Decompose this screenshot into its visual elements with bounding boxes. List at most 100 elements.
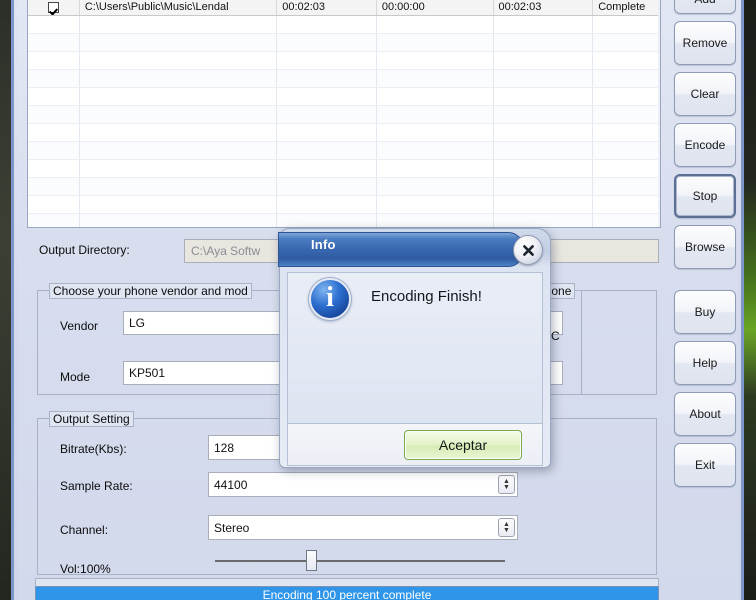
help-button[interactable]: Help [674, 341, 736, 385]
row-checkbox[interactable] [28, 0, 80, 15]
cell-empty [277, 214, 377, 227]
cell-empty [377, 70, 494, 87]
cell-empty [377, 88, 494, 105]
cell-empty [28, 178, 80, 195]
table-row-empty[interactable] [28, 88, 660, 106]
cell-empty [593, 106, 660, 123]
cell-empty [80, 124, 278, 141]
screen: C:\Users\Public\Music\Lendal 00:02:03 00:0… [0, 0, 756, 600]
cell-empty [494, 160, 594, 177]
volume-slider-track[interactable] [215, 560, 505, 562]
info-dialog: Info i Encoding Finish! Aceptar [278, 228, 551, 468]
cell-empty [277, 88, 377, 105]
table-row-empty[interactable] [28, 124, 660, 142]
cell-empty [494, 16, 594, 33]
cell-empty [494, 214, 594, 227]
cell-empty [277, 160, 377, 177]
desktop-backdrop-right [744, 0, 756, 600]
cell-empty [80, 160, 278, 177]
stop-button[interactable]: Stop [674, 174, 736, 218]
checkbox-icon[interactable] [47, 1, 59, 13]
cell-empty [377, 160, 494, 177]
cell-empty [80, 178, 278, 195]
table-row-empty[interactable] [28, 16, 660, 34]
app-window: C:\Users\Public\Music\Lendal 00:02:03 00:0… [11, 0, 744, 600]
cell-empty [28, 214, 80, 227]
sample-rate-select[interactable]: 44100 ▲ ▼ [208, 472, 518, 497]
cell-empty [80, 16, 278, 33]
cell-empty [28, 160, 80, 177]
button-label: Clear [690, 87, 720, 101]
table-row-empty[interactable] [28, 142, 660, 160]
vendor-group-title: Choose your phone vendor and mod [49, 283, 252, 299]
cell-empty [277, 178, 377, 195]
browse-button[interactable]: Browse [674, 225, 736, 269]
cell-empty [593, 52, 660, 69]
encode-button[interactable]: Encode [674, 123, 736, 167]
exit-button[interactable]: Exit [674, 443, 736, 487]
cell-empty [494, 124, 594, 141]
file-list-scrollbar[interactable] [658, 0, 660, 227]
table-row-empty[interactable] [28, 70, 660, 88]
table-row-empty[interactable] [28, 160, 660, 178]
cell-empty [28, 52, 80, 69]
cell-empty [593, 34, 660, 51]
cell-empty [28, 106, 80, 123]
cell-empty [377, 178, 494, 195]
button-label: Add [694, 0, 715, 6]
table-row-empty[interactable] [28, 34, 660, 52]
mode-label: Mode [60, 370, 91, 384]
channel-spinner-icon[interactable]: ▲ ▼ [498, 518, 515, 537]
channel-select[interactable]: Stereo ▲ ▼ [208, 515, 518, 540]
cell-empty [377, 124, 494, 141]
cell-empty [80, 106, 278, 123]
cell-empty [593, 124, 660, 141]
button-label: Encode [684, 138, 726, 152]
output-directory-label: Output Directory: [39, 243, 130, 257]
sample-rate-spinner-icon[interactable]: ▲ ▼ [498, 475, 515, 494]
cell-empty [593, 196, 660, 213]
cell-empty [494, 196, 594, 213]
button-label: Exit [694, 458, 715, 472]
app-window-client: C:\Users\Public\Music\Lendal 00:02:03 00:0… [17, 0, 738, 600]
volume-slider-thumb[interactable] [306, 550, 317, 571]
button-label: Remove [682, 36, 728, 50]
table-row-empty[interactable] [28, 178, 660, 196]
remove-button[interactable]: Remove [674, 21, 736, 65]
info-icon: i [309, 278, 351, 320]
cell-empty [277, 16, 377, 33]
table-row[interactable]: C:\Users\Public\Music\Lendal 00:02:03 00:0… [28, 0, 660, 16]
cell-empty [80, 34, 278, 51]
cell-empty [377, 196, 494, 213]
bitrate-value: 128 [214, 440, 235, 455]
cell-empty [593, 214, 660, 227]
about-button[interactable]: About [674, 392, 736, 436]
table-row-empty[interactable] [28, 106, 660, 124]
cell-status: Complete [593, 0, 660, 15]
add-button[interactable]: Add [674, 0, 736, 14]
cell-empty [277, 52, 377, 69]
close-icon[interactable] [513, 235, 543, 265]
clear-button[interactable]: Clear [674, 72, 736, 116]
cell-empty [28, 124, 80, 141]
cell-empty [28, 16, 80, 33]
table-row-empty[interactable] [28, 214, 660, 227]
cell-empty [28, 34, 80, 51]
accept-button[interactable]: Aceptar [404, 430, 522, 460]
cell-empty [377, 214, 494, 227]
cell-empty [494, 178, 594, 195]
cell-empty [28, 88, 80, 105]
cell-empty [277, 196, 377, 213]
buy-button[interactable]: Buy [674, 290, 736, 334]
cell-empty [277, 34, 377, 51]
table-row-empty[interactable] [28, 52, 660, 70]
cell-empty [277, 70, 377, 87]
chevron-down-icon: ▼ [503, 526, 510, 534]
sample-rate-value: 44100 [214, 477, 248, 492]
cell-empty [593, 160, 660, 177]
cell-empty [377, 106, 494, 123]
file-list[interactable]: C:\Users\Public\Music\Lendal 00:02:03 00:0… [27, 0, 661, 228]
chevron-down-icon: ▼ [503, 483, 510, 491]
cell-empty [277, 142, 377, 159]
table-row-empty[interactable] [28, 196, 660, 214]
